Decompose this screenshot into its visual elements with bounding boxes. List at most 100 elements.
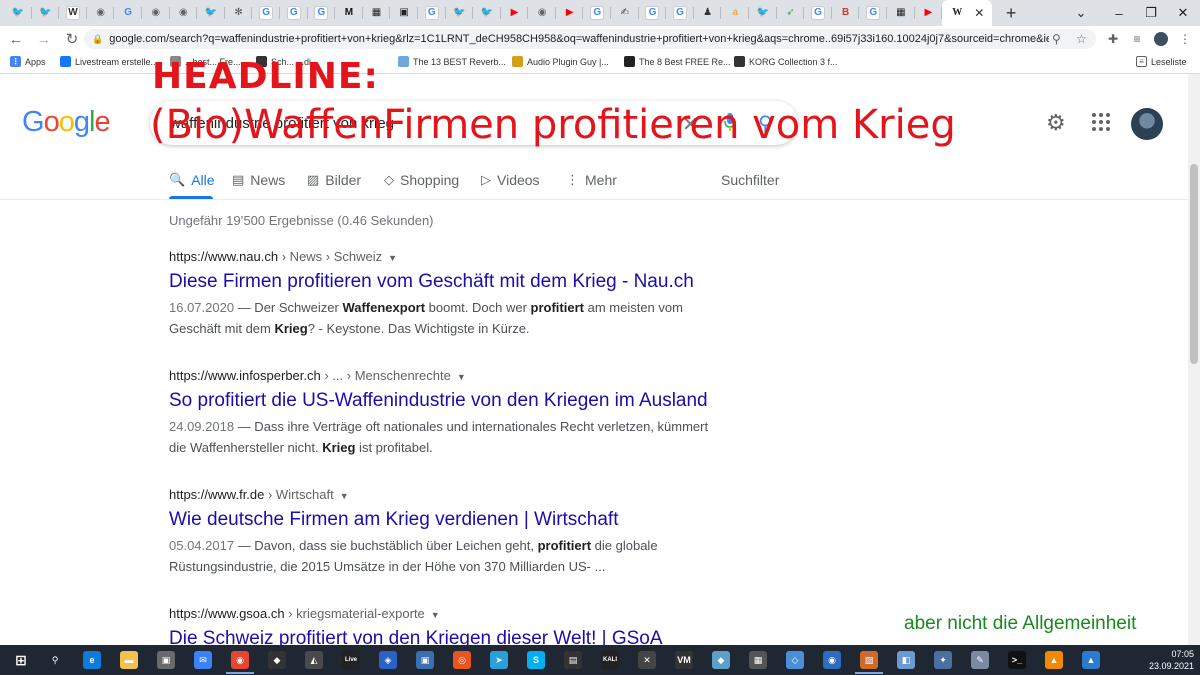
browser-tab[interactable]: 🐦: [446, 0, 474, 26]
close-tab-icon[interactable]: ✕: [974, 6, 984, 20]
browser-tab[interactable]: ◉: [170, 0, 198, 26]
address-bar-url[interactable]: google.com/search?q=waffenindustrie+prof…: [109, 33, 1049, 45]
cmd-icon[interactable]: >_: [1008, 651, 1026, 669]
tab-videos[interactable]: ▷ Videos: [481, 172, 540, 188]
browser-tab[interactable]: 🐦: [4, 0, 32, 26]
kali-icon[interactable]: KALI: [601, 651, 619, 669]
tab-mehr[interactable]: ⋮ Mehr: [566, 172, 617, 188]
app-icon[interactable]: ▦: [749, 651, 767, 669]
ubuntu-icon[interactable]: ◎: [453, 651, 471, 669]
profile-avatar-small[interactable]: [1152, 30, 1170, 48]
google-logo[interactable]: Google: [22, 106, 111, 139]
browser-tab[interactable]: 🐦: [749, 0, 777, 26]
app-icon[interactable]: ◆: [268, 651, 286, 669]
bookmark-item[interactable]: The 8 Best FREE Re...: [624, 56, 731, 67]
scrollbar-thumb[interactable]: [1190, 164, 1198, 364]
browser-menu-icon[interactable]: ⋮: [1176, 30, 1194, 48]
browser-tab[interactable]: ▶: [501, 0, 529, 26]
file-explorer-icon[interactable]: ▬: [120, 651, 138, 669]
chevron-down-icon[interactable]: ▼: [340, 491, 349, 501]
browser-tab[interactable]: G: [804, 0, 832, 26]
browser-tab[interactable]: G: [859, 0, 887, 26]
result-title-link[interactable]: Wie deutsche Firmen am Krieg verdienen |…: [169, 509, 729, 531]
terminal-icon[interactable]: ▤: [564, 651, 582, 669]
browser-tab[interactable]: 🐦: [473, 0, 501, 26]
reload-icon[interactable]: ↻: [60, 30, 84, 48]
browser-tab[interactable]: G: [114, 0, 142, 26]
browser-tab[interactable]: ➶: [777, 0, 805, 26]
windows-start-icon[interactable]: ⊞: [12, 651, 30, 669]
bookmark-item[interactable]: Audio Plugin Guy |...: [512, 56, 609, 67]
vlc-icon[interactable]: ▲: [1045, 651, 1063, 669]
browser-tab-active[interactable]: W ✕: [942, 0, 993, 26]
result-title-link[interactable]: So profitiert die US-Waffenindustrie von…: [169, 390, 729, 412]
result-url[interactable]: https://www.nau.ch › News › Schweiz ▼: [169, 249, 729, 264]
browser-tab[interactable]: ▶: [915, 0, 943, 26]
browser-tab[interactable]: ◉: [87, 0, 115, 26]
zoom-icon[interactable]: ⚲: [1052, 29, 1061, 49]
browser-tab[interactable]: 🐦: [197, 0, 225, 26]
new-tab-button[interactable]: +: [998, 3, 1024, 24]
app-icon[interactable]: ▣: [416, 651, 434, 669]
browser-tab[interactable]: ▦: [887, 0, 915, 26]
browser-tab[interactable]: ♟: [694, 0, 722, 26]
live-icon[interactable]: Live: [342, 651, 360, 669]
close-window-icon[interactable]: ✕: [1168, 0, 1198, 26]
taskbar-clock[interactable]: 07:05 23.09.2021: [1148, 648, 1194, 672]
browser-tab[interactable]: G: [583, 0, 611, 26]
search-icon[interactable]: ⚲: [46, 651, 64, 669]
result-url[interactable]: https://www.fr.de › Wirtschaft ▼: [169, 487, 729, 502]
chevron-down-icon[interactable]: ▼: [457, 372, 466, 382]
app-icon[interactable]: ▨: [860, 651, 878, 669]
browser-tab[interactable]: G: [666, 0, 694, 26]
extensions-icon[interactable]: ✚: [1104, 30, 1122, 48]
forward-icon[interactable]: →: [32, 31, 56, 48]
browser-tab[interactable]: G: [252, 0, 280, 26]
account-avatar[interactable]: [1131, 108, 1163, 140]
edge-icon[interactable]: e: [83, 651, 101, 669]
mail-icon[interactable]: ✉: [194, 651, 212, 669]
chevron-down-icon[interactable]: ▼: [431, 610, 440, 620]
minimize-icon[interactable]: –: [1104, 0, 1134, 26]
store-icon[interactable]: ▣: [157, 651, 175, 669]
photos-icon[interactable]: ▲: [1082, 651, 1100, 669]
browser-tab[interactable]: G: [280, 0, 308, 26]
reading-list[interactable]: ≡ Leseliste: [1136, 56, 1187, 67]
voicemeeter-icon[interactable]: VM: [675, 651, 693, 669]
browser-tab[interactable]: 🐦: [32, 0, 60, 26]
bookmark-item[interactable]: Livestream erstelle...: [60, 56, 158, 67]
bookmark-item[interactable]: The 13 BEST Reverb...: [398, 56, 506, 67]
bookmark-item[interactable]: KORG Collection 3 f...: [734, 56, 838, 67]
media-control-icon[interactable]: ≡: [1128, 30, 1146, 48]
app-icon[interactable]: ◭: [305, 651, 323, 669]
tab-news[interactable]: ▤ News: [232, 172, 285, 188]
tab-shopping[interactable]: ◇ Shopping: [384, 172, 459, 188]
app-icon[interactable]: ◆: [712, 651, 730, 669]
browser-tab[interactable]: G: [418, 0, 446, 26]
tab-search-icon[interactable]: ⌄: [1066, 0, 1096, 26]
tab-bilder[interactable]: ▨ Bilder: [307, 172, 361, 188]
search-filter-button[interactable]: Suchfilter: [721, 172, 779, 188]
app-icon[interactable]: ◈: [379, 651, 397, 669]
result-title-link[interactable]: Diese Firmen profitieren vom Geschäft mi…: [169, 271, 729, 293]
telegram-icon[interactable]: ➤: [490, 651, 508, 669]
browser-tab[interactable]: G: [639, 0, 667, 26]
bookmark-star-icon[interactable]: ☆: [1076, 29, 1087, 49]
browser-tab[interactable]: ✍: [611, 0, 639, 26]
restore-icon[interactable]: ❐: [1136, 0, 1166, 26]
scrollbar[interactable]: [1188, 74, 1200, 645]
app-icon[interactable]: ◇: [786, 651, 804, 669]
browser-tab[interactable]: M: [335, 0, 363, 26]
skype-icon[interactable]: S: [527, 651, 545, 669]
google-apps-icon[interactable]: [1092, 113, 1110, 131]
browser-tab[interactable]: B: [832, 0, 860, 26]
browser-tab[interactable]: ▶: [556, 0, 584, 26]
result-url[interactable]: https://www.gsoa.ch › kriegsmaterial-exp…: [169, 606, 729, 621]
browser-tab[interactable]: ▣: [390, 0, 418, 26]
browser-tab[interactable]: ◉: [528, 0, 556, 26]
chevron-down-icon[interactable]: ▼: [388, 253, 397, 263]
address-bar[interactable]: 🔒 google.com/search?q=waffenindustrie+pr…: [84, 29, 1096, 49]
result-url[interactable]: https://www.infosperber.ch › ... › Mensc…: [169, 368, 729, 383]
gear-icon[interactable]: ⚙: [1046, 110, 1066, 136]
browser-tab[interactable]: a: [721, 0, 749, 26]
